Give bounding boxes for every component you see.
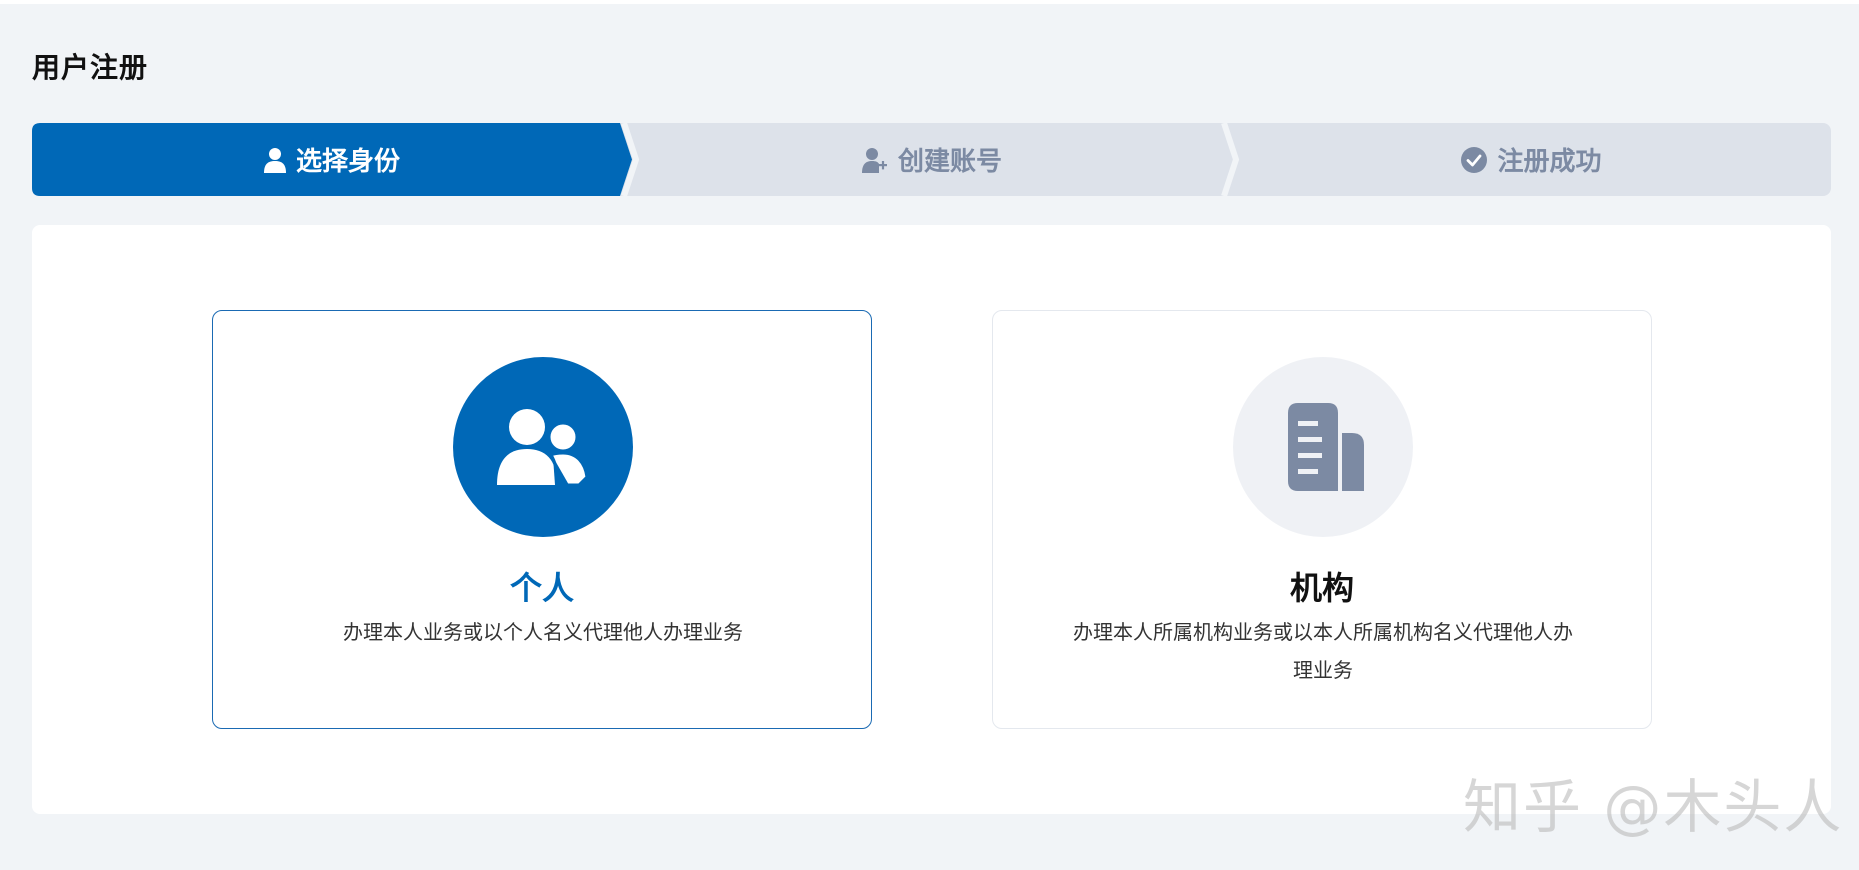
registration-page: 用户注册 选择身份 创建账号 注册成功 个人 办理本人业务或以个人名义代理他人办… bbox=[0, 0, 1859, 870]
watermark: 知乎 @木头人 bbox=[1463, 773, 1844, 841]
step-label: 选择身份 bbox=[295, 147, 400, 177]
card-description: 办理本人业务或以个人名义代理他人办理业务 bbox=[343, 620, 743, 644]
step-registration-success: 注册成功 bbox=[1232, 123, 1831, 196]
card-title: 机构 bbox=[1289, 569, 1354, 607]
building-icon bbox=[1233, 357, 1413, 537]
step-label: 注册成功 bbox=[1497, 147, 1602, 177]
identity-panel: 个人 办理本人业务或以个人名义代理他人办理业务 机构 办理本人所属机构业务或以本… bbox=[32, 225, 1831, 814]
check-circle-icon bbox=[1461, 146, 1488, 173]
top-strip bbox=[0, 0, 1859, 4]
step-label: 创建账号 bbox=[897, 147, 1002, 177]
step-select-identity: 选择身份 bbox=[32, 123, 632, 196]
user-icon bbox=[263, 147, 286, 173]
individual-card[interactable]: 个人 办理本人业务或以个人名义代理他人办理业务 bbox=[212, 310, 872, 729]
organization-card[interactable]: 机构 办理本人所属机构业务或以本人所属机构名义代理他人办理业务 bbox=[992, 310, 1652, 729]
step-create-account: 创建账号 bbox=[632, 123, 1232, 196]
users-icon bbox=[453, 357, 633, 537]
card-title: 个人 bbox=[509, 569, 574, 607]
page-title: 用户注册 bbox=[32, 51, 149, 84]
card-description: 办理本人所属机构业务或以本人所属机构名义代理他人办理业务 bbox=[1073, 620, 1573, 682]
user-add-icon bbox=[861, 147, 888, 173]
registration-stepper: 选择身份 创建账号 注册成功 bbox=[32, 123, 1831, 196]
